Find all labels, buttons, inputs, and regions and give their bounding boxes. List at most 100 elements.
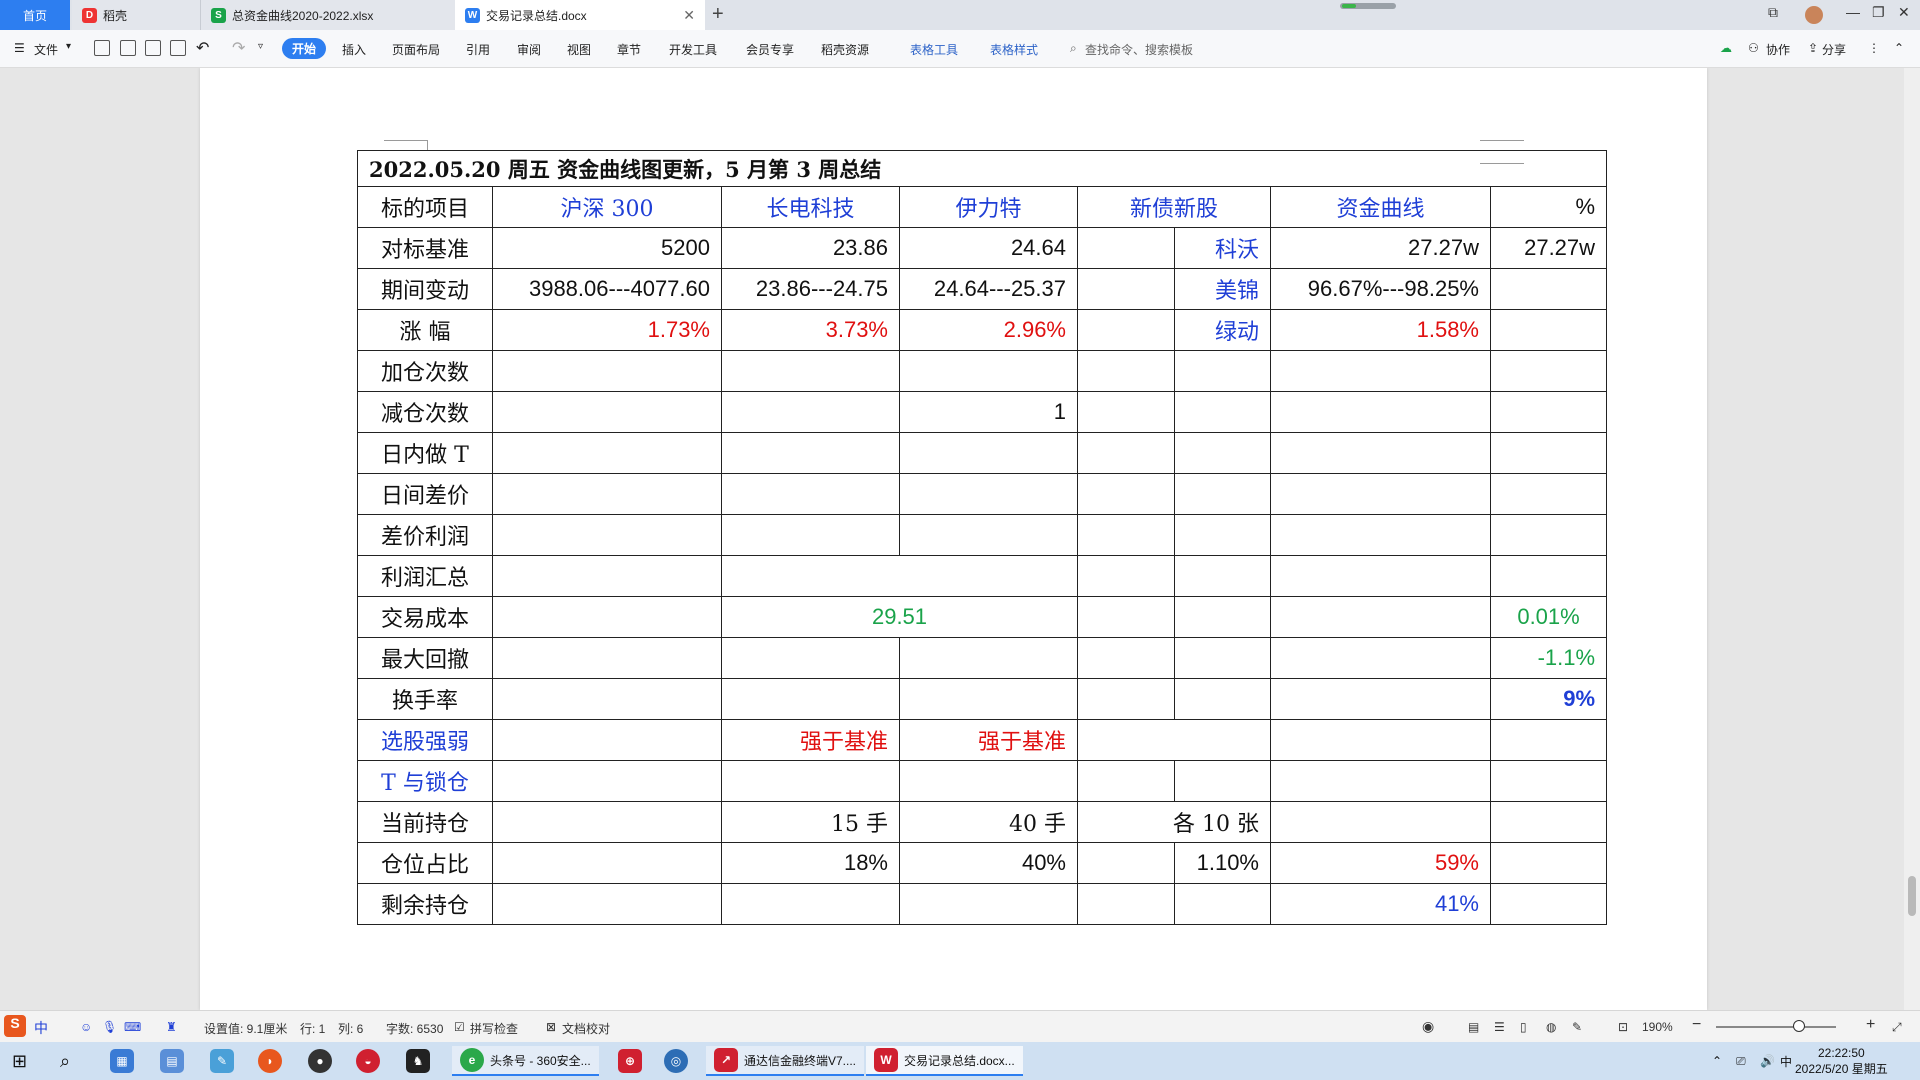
row-label[interactable]: T 与锁仓 — [357, 760, 493, 802]
table-cell[interactable] — [1270, 596, 1491, 638]
table-cell[interactable] — [1077, 637, 1175, 679]
search-icon[interactable]: ⌕ — [1070, 41, 1077, 56]
table-cell[interactable] — [1489, 432, 1608, 474]
volume-icon[interactable]: 🔊 — [1760, 1046, 1775, 1076]
web-view-icon[interactable]: ◍ — [1546, 1020, 1556, 1034]
skin-icon[interactable]: ♜ — [166, 1020, 177, 1034]
table-cell[interactable] — [721, 883, 900, 925]
tab-member[interactable]: 会员专享 — [746, 41, 794, 58]
save-icon[interactable] — [94, 40, 110, 56]
table-cell[interactable]: 5200 — [492, 227, 722, 269]
paint-icon[interactable]: ✎ — [210, 1049, 234, 1073]
restore-icon[interactable]: ❐ — [1872, 4, 1885, 21]
table-cell[interactable]: 1 — [899, 391, 1078, 433]
table-cell[interactable] — [1174, 391, 1271, 433]
table-cell[interactable] — [1489, 268, 1608, 310]
fullscreen-icon[interactable]: ⤢ — [1892, 1020, 1902, 1035]
table-cell[interactable] — [1489, 760, 1608, 802]
table-cell[interactable]: 27.27w — [1270, 227, 1491, 269]
app-game-icon[interactable]: ♞ — [406, 1049, 430, 1073]
table-cell[interactable]: 24.64---25.37 — [899, 268, 1078, 310]
tab-view[interactable]: 视图 — [567, 41, 591, 58]
header-cell[interactable]: 伊力特 — [899, 186, 1078, 228]
tab-home-ribbon[interactable]: 开始 — [282, 38, 327, 59]
outline-view-icon[interactable]: ☰ — [1494, 1020, 1505, 1034]
document-icon[interactable]: ▤ — [160, 1049, 184, 1073]
table-cell[interactable]: 27.27w — [1489, 227, 1608, 269]
table-cell[interactable] — [1174, 350, 1271, 392]
table-cell[interactable]: 1.10% — [1174, 842, 1271, 884]
proofread-button[interactable]: 文档校对 — [562, 1020, 610, 1037]
menu-icon[interactable]: ☰ — [14, 41, 25, 55]
taskbar-app-tdx[interactable]: ↗ 通达信金融终端V7.... — [706, 1046, 865, 1076]
row-label[interactable]: 对标基准 — [357, 227, 493, 269]
zoom-in-button[interactable]: + — [1866, 1016, 1875, 1034]
tab-references[interactable]: 引用 — [466, 41, 490, 58]
app-dark-icon[interactable]: ● — [308, 1049, 332, 1073]
microphone-icon[interactable]: 🎙 — [102, 1020, 117, 1034]
tab-docer[interactable]: D 稻壳 — [72, 0, 200, 30]
table-cell[interactable] — [1489, 473, 1608, 515]
search-icon[interactable]: ⌕ — [60, 1046, 70, 1076]
table-cell[interactable] — [721, 473, 900, 515]
avatar[interactable] — [1805, 6, 1823, 24]
tab-xlsx[interactable]: S 总资金曲线2020-2022.xlsx — [200, 0, 455, 30]
table-cell[interactable] — [1270, 637, 1491, 679]
table-cell[interactable] — [1077, 596, 1175, 638]
table-cell[interactable] — [1489, 309, 1608, 351]
table-cell[interactable] — [1077, 760, 1175, 802]
cloud-sync-icon[interactable]: ☁ — [1720, 41, 1732, 55]
table-cell[interactable]: 9% — [1489, 678, 1608, 720]
globe-icon[interactable]: ◎ — [664, 1049, 688, 1073]
table-cell[interactable] — [1077, 842, 1175, 884]
zoom-out-button[interactable]: − — [1692, 1016, 1701, 1034]
table-cell[interactable] — [721, 760, 900, 802]
table-cell[interactable]: 0.01% — [1489, 596, 1608, 638]
row-label[interactable]: 选股强弱 — [357, 719, 493, 761]
table-cell[interactable] — [1077, 391, 1175, 433]
table-cell[interactable] — [721, 350, 900, 392]
header-cell[interactable]: % — [1489, 186, 1608, 228]
table-cell[interactable]: 23.86 — [721, 227, 900, 269]
table-cell[interactable] — [1174, 760, 1271, 802]
table-cell[interactable] — [492, 350, 722, 392]
table-cell[interactable] — [492, 555, 722, 597]
table-cell[interactable] — [721, 391, 900, 433]
table-cell[interactable]: 15 手 — [721, 801, 900, 843]
table-cell[interactable] — [1489, 350, 1608, 392]
table-cell[interactable] — [1077, 432, 1175, 474]
table-cell[interactable]: 23.86---24.75 — [721, 268, 900, 310]
table-cell[interactable] — [899, 678, 1078, 720]
tab-chapter[interactable]: 章节 — [617, 41, 641, 58]
collapse-ribbon-icon[interactable]: ⌃ — [1894, 41, 1904, 55]
table-cell[interactable] — [899, 432, 1078, 474]
tab-docer-resources[interactable]: 稻壳资源 — [821, 41, 869, 58]
table-cell[interactable] — [1270, 391, 1491, 433]
table-cell[interactable] — [1077, 309, 1175, 351]
table-cell[interactable] — [1489, 719, 1608, 761]
print-preview-icon[interactable] — [170, 40, 186, 56]
tab-developer[interactable]: 开发工具 — [669, 41, 717, 58]
table-cell[interactable] — [1077, 473, 1175, 515]
table-cell[interactable] — [492, 719, 722, 761]
tab-table-style[interactable]: 表格样式 — [990, 41, 1038, 58]
table-cell[interactable]: 96.67%---98.25% — [1270, 268, 1491, 310]
zoom-slider[interactable] — [1716, 1026, 1836, 1028]
table-cell[interactable] — [492, 637, 722, 679]
table-cell[interactable] — [899, 473, 1078, 515]
table-cell[interactable] — [492, 432, 722, 474]
row-label[interactable]: 日内做 T — [357, 432, 493, 474]
row-label[interactable]: 剩余持仓 — [357, 883, 493, 925]
page-view-icon[interactable]: ▤ — [1468, 1020, 1479, 1034]
table-cell[interactable]: 3.73% — [721, 309, 900, 351]
taskbar-app-wps[interactable]: W 交易记录总结.docx... — [866, 1046, 1023, 1076]
table-cell[interactable] — [721, 432, 900, 474]
header-cell[interactable]: 标的项目 — [357, 186, 493, 228]
table-cell[interactable] — [1489, 883, 1608, 925]
row-label[interactable]: 当前持仓 — [357, 801, 493, 843]
table-cell[interactable]: 59% — [1270, 842, 1491, 884]
table-cell[interactable] — [1489, 391, 1608, 433]
scrollbar-thumb[interactable] — [1908, 876, 1916, 916]
collaborate-button[interactable]: 协作 — [1766, 41, 1790, 58]
table-cell[interactable] — [1270, 514, 1491, 556]
